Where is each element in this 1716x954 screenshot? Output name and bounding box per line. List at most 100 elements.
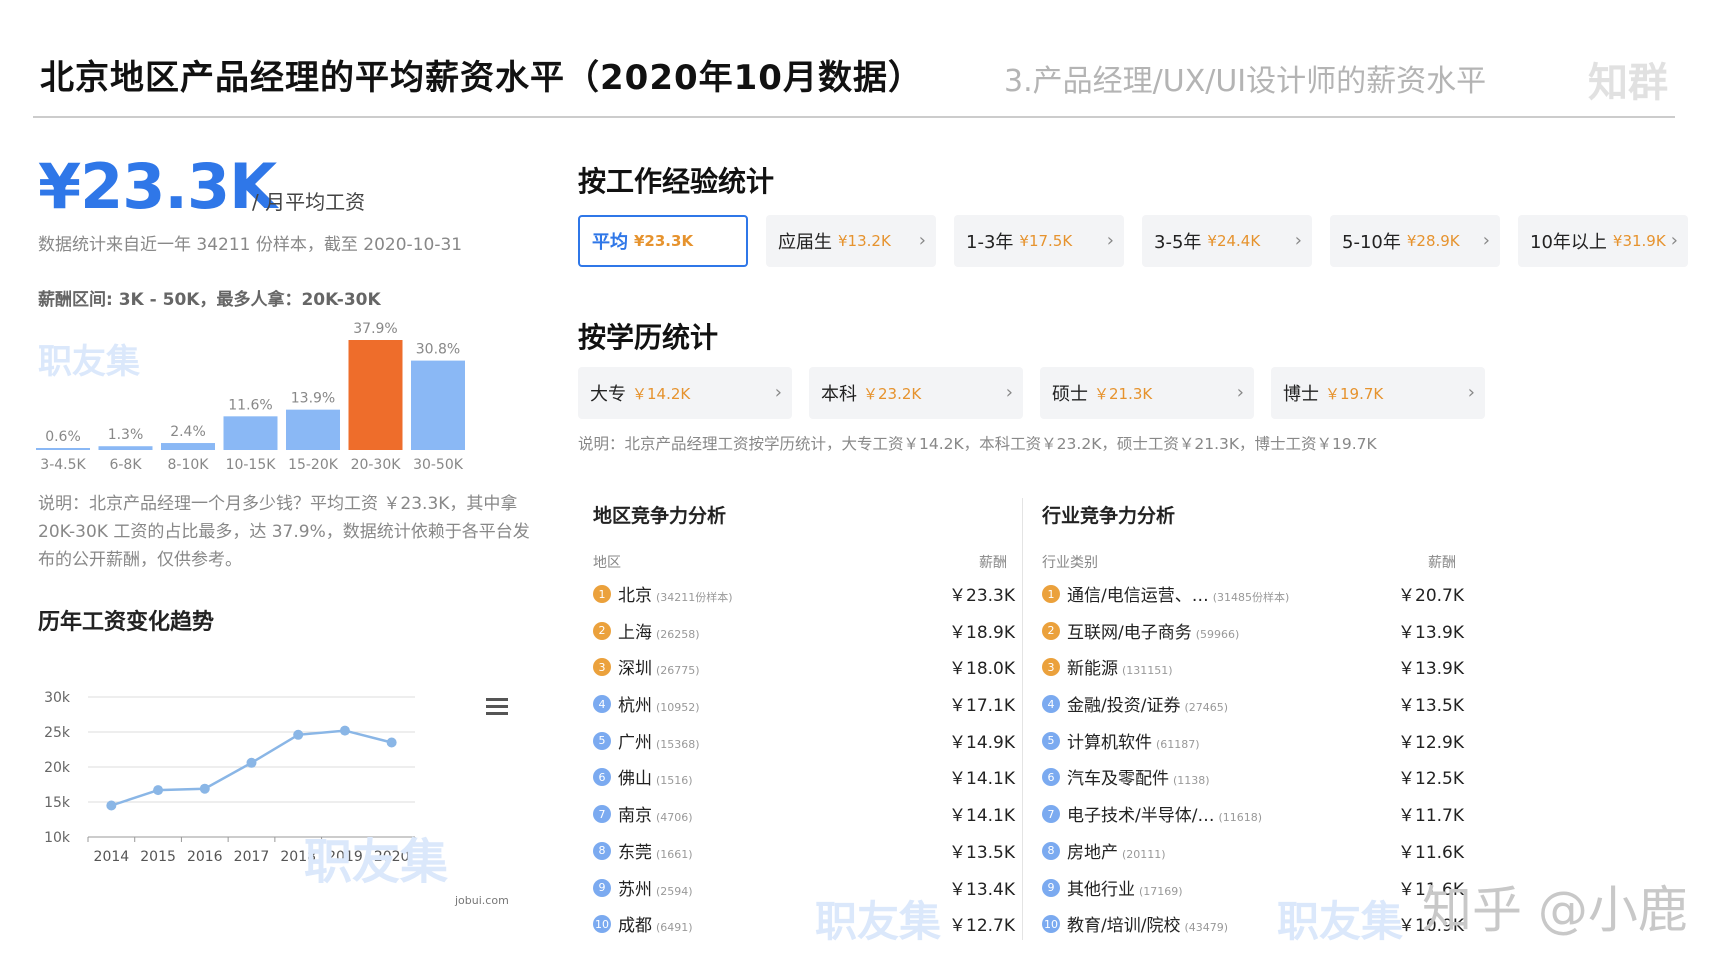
edu-filter-button[interactable]: 本科 ￥23.2K › (809, 367, 1023, 419)
dist-bar-label: 13.9% (291, 391, 335, 407)
table-row[interactable]: 4 金融/投资/证券 (27465) ￥13.5K (1042, 688, 1464, 725)
region-table-title: 地区竞争力分析 (593, 505, 727, 527)
exp-filter-button[interactable]: 平均 ¥23.3K (578, 215, 748, 267)
row-sample-count: (31485份样本) (1212, 591, 1290, 604)
trend-point-2015[interactable] (153, 785, 164, 796)
table-row[interactable]: 5 计算机软件 (61187) ￥12.9K (1042, 725, 1464, 762)
row-name: 上海 (618, 622, 652, 643)
row-name: 其他行业 (1067, 879, 1135, 900)
watermark: 职友集 (815, 897, 942, 946)
row-name-wrap: 杭州 (10952) (618, 691, 700, 716)
dist-bar-label: 2.4% (170, 424, 206, 440)
salary-unit: / 月平均工资 (252, 190, 366, 214)
dist-bar-3-4.5K (36, 448, 90, 450)
edu-filter-button[interactable]: 硕士 ￥21.3K › (1040, 367, 1254, 419)
table-row[interactable]: 6 佛山 (1516) ￥14.1K (593, 761, 1015, 798)
row-name: 计算机软件 (1067, 732, 1152, 753)
row-name-wrap: 广州 (15368) (618, 728, 700, 753)
row-salary: ￥12.7K (949, 916, 1015, 937)
dist-bar-6-8K (98, 446, 153, 450)
row-salary: ￥18.9K (949, 622, 1015, 643)
table-row[interactable]: 3 深圳 (26775) ￥18.0K (593, 651, 1015, 688)
edu-filter-button[interactable]: 大专 ￥14.2K › (578, 367, 792, 419)
table-row[interactable]: 2 互联网/电子商务 (59966) ￥13.9K (1042, 615, 1464, 652)
trend-x-tick: 2015 (140, 849, 176, 865)
row-name: 东莞 (618, 842, 652, 863)
row-salary: ￥23.3K (949, 586, 1015, 606)
row-salary: ￥14.1K (949, 806, 1015, 827)
chevron-right-icon: › (1236, 382, 1244, 403)
row-name-wrap: 深圳 (26775) (618, 654, 700, 679)
table-row[interactable]: 7 电子技术/半导体/… (11618) ￥11.7K (1042, 798, 1464, 835)
row-name-wrap: 其他行业 (17169) (1067, 875, 1183, 900)
chevron-right-icon: › (1005, 382, 1013, 403)
row-name-wrap: 南京 (4706) (618, 801, 693, 826)
trend-line (110, 729, 392, 807)
exp-filter-button[interactable]: 5-10年 ¥28.9K › (1330, 215, 1500, 267)
edu-filter-button[interactable]: 博士 ￥19.7K › (1271, 367, 1485, 419)
rank-badge: 2 (593, 621, 611, 640)
row-name: 成都 (618, 916, 652, 937)
row-name: 苏州 (618, 879, 652, 900)
exp-filter-button[interactable]: 10年以上 ¥31.9K › (1518, 215, 1688, 267)
filter-label: 5-10年 (1342, 232, 1401, 253)
row-name-wrap: 金融/投资/证券 (27465) (1067, 691, 1228, 716)
row-name-wrap: 电子技术/半导体/… (11618) (1067, 801, 1262, 826)
row-salary: ￥14.9K (949, 732, 1015, 753)
rank-badge: 3 (1042, 658, 1060, 677)
row-name: 金融/投资/证券 (1067, 696, 1181, 717)
filter-label: 硕士 (1052, 384, 1088, 405)
chevron-right-icon: › (918, 230, 926, 251)
trend-point-2020[interactable] (386, 737, 397, 748)
sample-note: 数据统计来自近一年 34211 份样本，截至 2020-10-31 (38, 235, 463, 255)
trend-point-2014[interactable] (106, 800, 117, 811)
table-row[interactable]: 8 房地产 (20111) ￥11.6K (1042, 835, 1464, 872)
trend-point-2016[interactable] (199, 783, 210, 794)
table-row[interactable]: 9 苏州 (2594) ￥13.4K (593, 872, 1015, 909)
row-sample-count: (1661) (656, 847, 693, 861)
region-col-name: 地区 (593, 555, 621, 571)
exp-filter-button[interactable]: 3-5年 ¥24.4K › (1142, 215, 1312, 267)
dist-x-tick: 6-8K (109, 457, 142, 473)
table-row[interactable]: 6 汽车及零配件 (1138) ￥12.5K (1042, 761, 1464, 798)
dist-x-tick: 10-15K (226, 457, 277, 473)
table-row[interactable]: 2 上海 (26258) ￥18.9K (593, 615, 1015, 652)
dist-x-tick: 20-30K (351, 457, 402, 473)
table-row[interactable]: 3 新能源 (131151) ￥13.9K (1042, 651, 1464, 688)
filter-label: 大专 (590, 384, 626, 405)
dist-x-tick: 8-10K (168, 457, 210, 473)
table-row[interactable]: 1 北京 (34211份样本) ￥23.3K (593, 578, 1015, 615)
filter-label: 应届生 (778, 232, 832, 253)
chevron-right-icon: › (1670, 230, 1678, 251)
dist-bar-30-50K (411, 360, 465, 450)
rank-badge: 4 (593, 695, 611, 714)
filter-value: ￥21.3K (1094, 384, 1153, 403)
exp-filter-button[interactable]: 1-3年 ¥17.5K › (954, 215, 1124, 267)
trend-point-2018[interactable] (293, 729, 304, 740)
row-name: 南京 (618, 806, 652, 827)
trend-point-2019[interactable] (339, 725, 350, 736)
table-row[interactable]: 5 广州 (15368) ￥14.9K (593, 725, 1015, 762)
table-row[interactable]: 8 东莞 (1661) ￥13.5K (593, 835, 1015, 872)
chevron-right-icon: › (1482, 230, 1490, 251)
row-salary: ￥13.9K (1398, 622, 1464, 643)
table-row[interactable]: 7 南京 (4706) ￥14.1K (593, 798, 1015, 835)
table-row[interactable]: 4 杭州 (10952) ￥17.1K (593, 688, 1015, 725)
row-sample-count: (26258) (656, 627, 700, 641)
table-row[interactable]: 10 成都 (6491) ￥12.7K (593, 908, 1015, 945)
row-name-wrap: 新能源 (131151) (1067, 654, 1173, 679)
row-salary: ￥12.9K (1398, 732, 1464, 753)
filter-value: ￥14.2K (632, 384, 691, 403)
row-name-wrap: 互联网/电子商务 (59966) (1067, 618, 1239, 643)
row-name: 电子技术/半导体/… (1067, 806, 1215, 827)
table-row[interactable]: 1 通信/电信运营、… (31485份样本) ￥20.7K (1042, 578, 1464, 615)
filter-value: ¥17.5K (1019, 232, 1073, 250)
chevron-right-icon: › (774, 382, 782, 403)
rank-badge: 9 (1042, 878, 1060, 897)
row-sample-count: (1516) (656, 774, 693, 788)
watermark: 职友集 (1277, 897, 1404, 946)
trend-point-2017[interactable] (246, 757, 257, 768)
chart-menu-icon[interactable] (486, 698, 508, 716)
chevron-right-icon: › (1467, 382, 1475, 403)
exp-filter-button[interactable]: 应届生 ¥13.2K › (766, 215, 936, 267)
